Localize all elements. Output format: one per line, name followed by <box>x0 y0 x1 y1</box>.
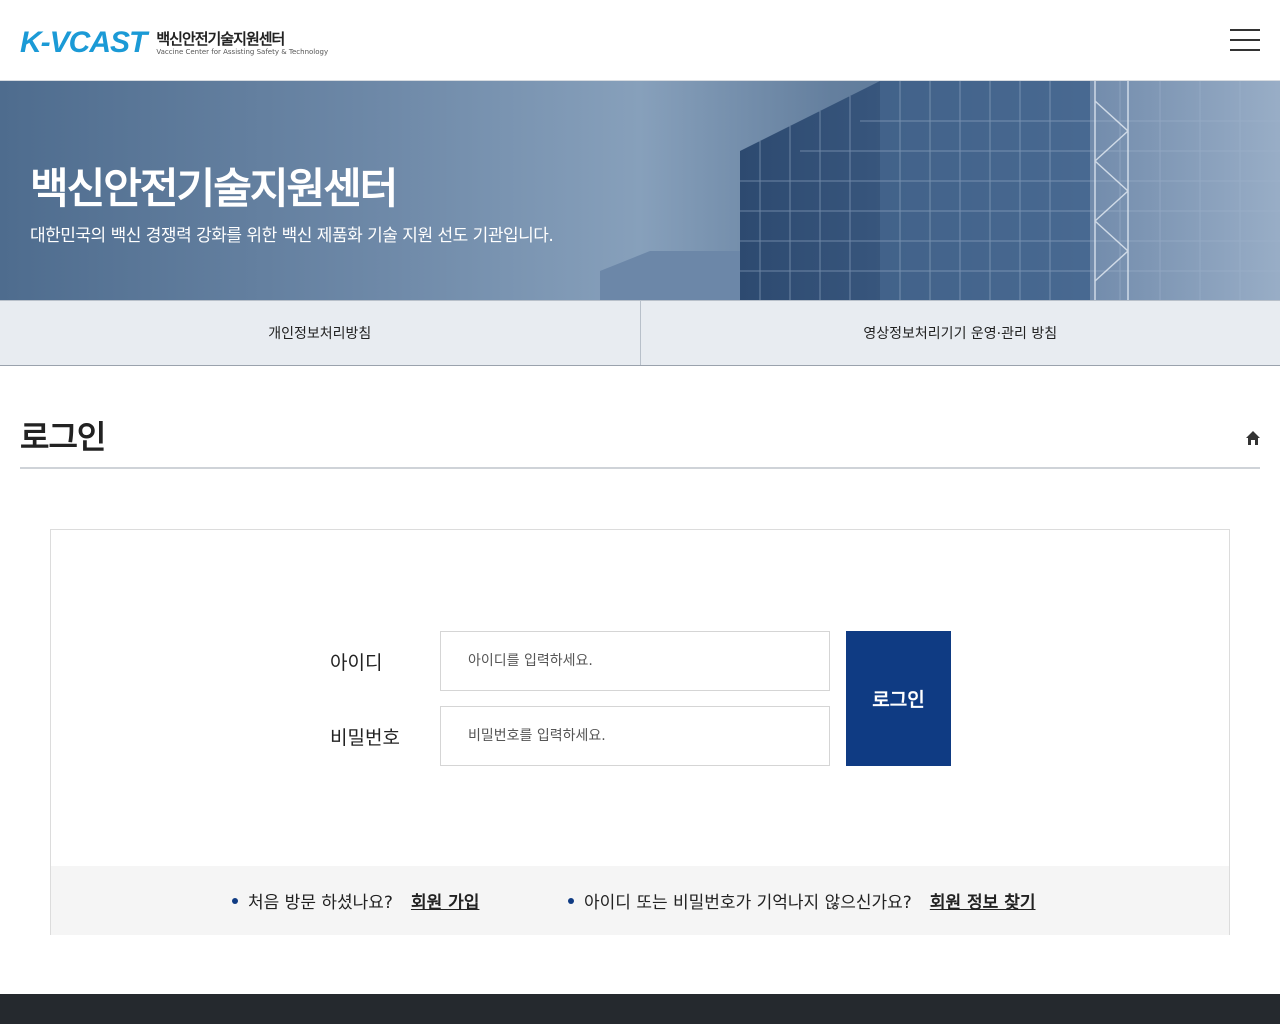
find-account-link[interactable]: 회원 정보 찾기 <box>930 888 1036 913</box>
tab-cctv-policy[interactable]: 영상정보처리기기 운영·관리 방침 <box>639 301 1280 365</box>
logo-text: 백신안전기술지원센터 Vaccine Center for Assisting … <box>156 30 328 57</box>
first-visit-text: 처음 방문 하셨나요? <box>248 893 393 913</box>
bullet-icon <box>232 897 238 904</box>
tab-privacy-policy[interactable]: 개인정보처리방침 <box>0 301 640 365</box>
login-panel: 아이디 비밀번호 로그인 처음 방문 하셨나요? 회원 가입 아이디 또는 비밀… <box>50 529 1230 935</box>
find-account-prompt: 아이디 또는 비밀번호가 기억나지 않으신가요? 회원 정보 찾기 <box>568 888 1036 913</box>
login-help-bar: 처음 방문 하셨나요? 회원 가입 아이디 또는 비밀번호가 기억나지 않으신가… <box>51 866 1229 935</box>
bullet-icon <box>568 897 574 904</box>
title-divider <box>20 467 1260 469</box>
site-footer <box>0 994 1280 1024</box>
password-label: 비밀번호 <box>330 727 400 749</box>
hero-banner: 백신안전기술지원센터 대한민국의 백신 경쟁력 강화를 위한 백신 제품화 기술… <box>0 81 1280 300</box>
login-button[interactable]: 로그인 <box>846 631 951 766</box>
password-input[interactable] <box>440 706 830 766</box>
site-header: K-VCAST 백신안전기술지원센터 Vaccine Center for As… <box>0 0 1280 81</box>
home-icon[interactable] <box>1245 430 1261 446</box>
sub-navigation: 개인정보처리방침 영상정보처리기기 운영·관리 방침 <box>0 300 1280 366</box>
hero-title: 백신안전기술지원센터 <box>30 164 398 213</box>
id-label: 아이디 <box>330 652 383 674</box>
page-title: 로그인 <box>20 418 106 456</box>
site-logo[interactable]: K-VCAST 백신안전기술지원센터 Vaccine Center for As… <box>20 28 328 58</box>
forgot-credentials-text: 아이디 또는 비밀번호가 기억나지 않으신가요? <box>584 893 912 913</box>
logo-mark: K-VCAST <box>20 26 147 59</box>
signup-link[interactable]: 회원 가입 <box>411 888 479 913</box>
signup-prompt: 처음 방문 하셨나요? 회원 가입 <box>232 888 479 913</box>
id-input[interactable] <box>440 631 830 691</box>
logo-korean-name: 백신안전기술지원센터 <box>156 29 285 48</box>
logo-english-name: Vaccine Center for Assisting Safety & Te… <box>156 47 329 56</box>
hero-subtitle: 대한민국의 백신 경쟁력 강화를 위한 백신 제품화 기술 지원 선도 기관입니… <box>30 226 554 246</box>
hamburger-menu-icon[interactable] <box>1230 28 1260 52</box>
